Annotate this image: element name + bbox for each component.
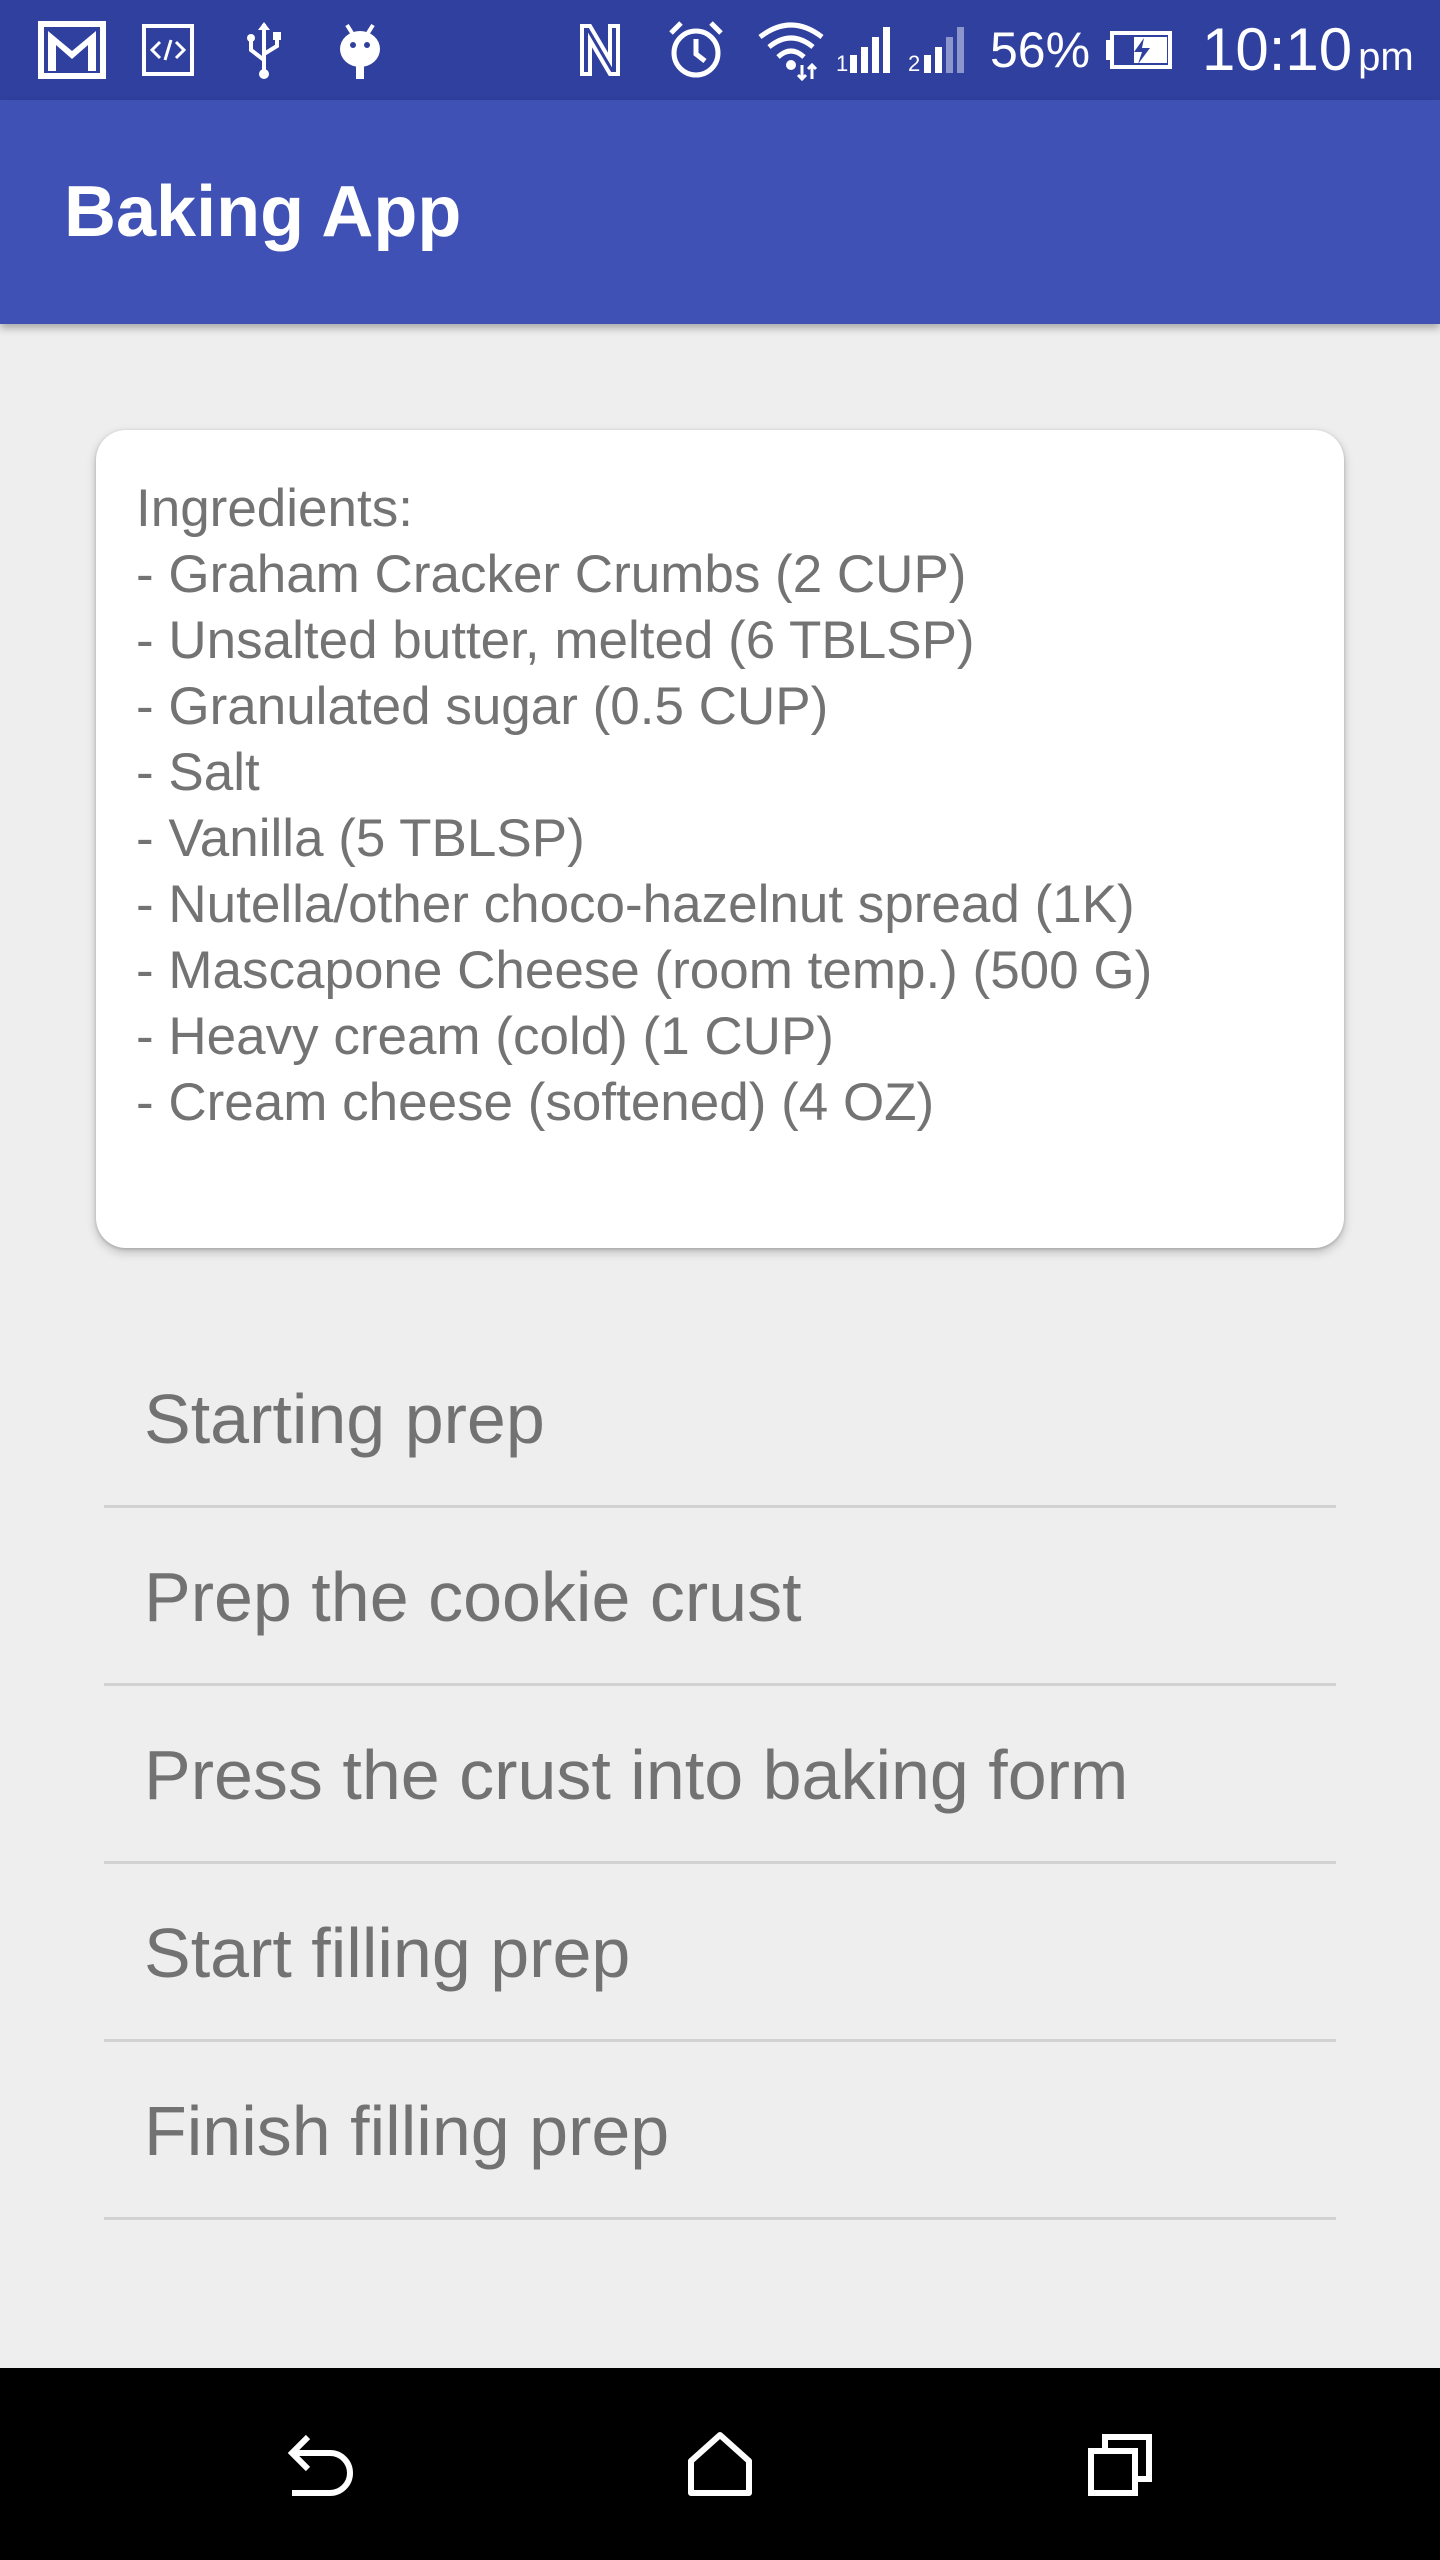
home-button[interactable] (670, 2414, 770, 2514)
steps-list: Starting prep Prep the cookie crust Pres… (104, 1330, 1336, 2220)
app-bar: Baking App (0, 100, 1440, 324)
ingredient-item: - Cream cheese (softened) (4 OZ) (136, 1073, 935, 1132)
step-label: Press the crust into baking form (144, 1736, 1129, 1814)
ingredient-item: - Salt (136, 743, 260, 802)
clock: 10:10 pm (1202, 14, 1414, 86)
alarm-icon (664, 18, 728, 82)
status-bar: 1 2 56% 10:10 pm (0, 0, 1440, 100)
ingredient-item: - Graham Cracker Crumbs (2 CUP) (136, 545, 967, 604)
step-item-press-crust[interactable]: Press the crust into baking form (104, 1686, 1336, 1864)
ingredient-item: - Vanilla (5 TBLSP) (136, 809, 585, 868)
wifi-icon (756, 18, 826, 82)
step-label: Finish filling prep (144, 2092, 670, 2170)
signal-icon: 1 (836, 18, 896, 82)
clock-time: 10:10 (1202, 16, 1353, 83)
ingredient-item: - Nutella/other choco-hazelnut spread (1… (136, 875, 1135, 934)
android-debug-icon (334, 18, 386, 82)
ingredients-card: Ingredients: - Graham Cracker Crumbs (2 … (96, 430, 1344, 1248)
svg-text:1: 1 (836, 51, 848, 75)
step-label: Prep the cookie crust (144, 1558, 802, 1636)
recents-button[interactable] (1070, 2414, 1170, 2514)
signal-secondary-icon: 2 (908, 18, 976, 82)
home-icon (688, 2432, 752, 2496)
back-button[interactable] (270, 2414, 370, 2514)
nav-bar (0, 2368, 1440, 2560)
code-icon (138, 18, 198, 82)
step-item-start-filling-prep[interactable]: Start filling prep (104, 1864, 1336, 2042)
clock-ampm: pm (1358, 35, 1414, 79)
back-icon (287, 2434, 353, 2496)
svg-text:2: 2 (908, 51, 920, 75)
screen: 1 2 56% 10:10 pm Baking App Ingredients:… (0, 0, 1440, 2560)
ingredient-item: - Unsalted butter, melted (6 TBLSP) (136, 611, 975, 670)
step-item-starting-prep[interactable]: Starting prep (104, 1330, 1336, 1508)
ingredient-item: - Heavy cream (cold) (1 CUP) (136, 1007, 834, 1066)
step-item-prep-cookie-crust[interactable]: Prep the cookie crust (104, 1508, 1336, 1686)
step-label: Starting prep (144, 1380, 545, 1458)
app-title: Baking App (64, 172, 462, 252)
nfc-icon (572, 18, 628, 82)
ingredients-heading: Ingredients: (136, 479, 413, 538)
step-item-finish-filling-prep[interactable]: Finish filling prep (104, 2042, 1336, 2220)
battery-charging-icon (1104, 18, 1174, 82)
ingredient-item: - Granulated sugar (0.5 CUP) (136, 677, 829, 736)
recents-icon (1088, 2434, 1152, 2496)
gmail-icon (36, 18, 108, 82)
battery-percent: 56% (990, 22, 1091, 78)
step-label: Start filling prep (144, 1914, 631, 1992)
usb-icon (236, 18, 292, 82)
ingredient-item: - Mascapone Cheese (room temp.) (500 G) (136, 941, 1153, 1000)
